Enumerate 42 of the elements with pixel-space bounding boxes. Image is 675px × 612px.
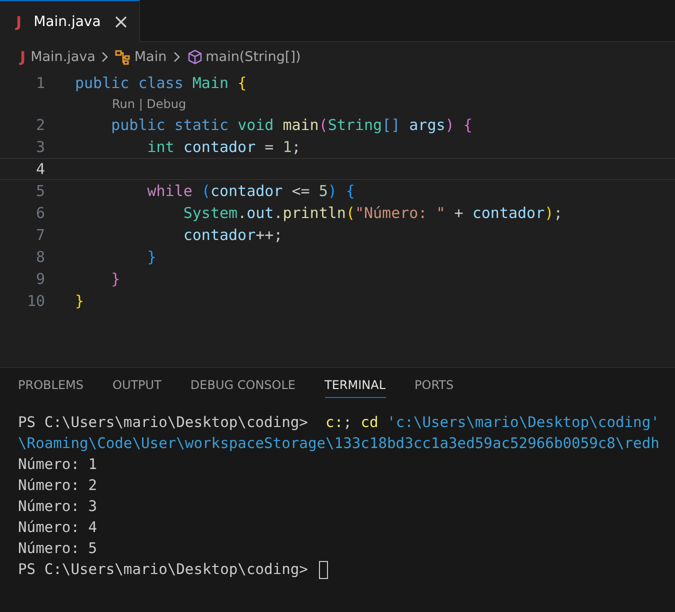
breadcrumb-item[interactable]: main(String[]): [186, 49, 301, 65]
panel-tab[interactable]: OUTPUT: [112, 378, 162, 398]
terminal-line: PS C:\Users\mario\Desktop\coding>: [18, 561, 309, 578]
code-line: public static void main(String[] args) {: [110, 116, 472, 134]
codelens-links[interactable]: Run | Debug: [112, 97, 186, 111]
line-number: 8: [34, 248, 46, 266]
breadcrumb-item[interactable]: J Main.java: [20, 48, 96, 66]
code-line: int contador = 1;: [146, 138, 301, 156]
code-line: }: [146, 248, 156, 266]
terminal-line: Número: 3: [18, 498, 98, 515]
terminal-line: PS C:\Users\mario\Desktop\coding> c:; cd 'c:\Users\mario\Desktop\coding': [18, 414, 660, 431]
code-line: public class Main {: [75, 74, 247, 92]
line-number: 3: [34, 138, 46, 156]
file-tab[interactable]: J Main.java: [0, 0, 140, 42]
code-line: }: [110, 270, 120, 288]
breadcrumb-item[interactable]: Main: [115, 49, 167, 65]
cube-icon: [186, 49, 203, 65]
code-line: }: [75, 292, 84, 310]
close-icon[interactable]: [115, 16, 127, 28]
terminal-line: Número: 2: [18, 477, 98, 494]
code-line: System.out.println("Número: " + contador);: [182, 204, 563, 222]
panel-tab[interactable]: DEBUG CONSOLE: [190, 378, 296, 398]
panel-tab[interactable]: PORTS: [414, 378, 454, 398]
line-number: 9: [34, 270, 46, 288]
line-number: 10: [26, 292, 46, 310]
terminal-line: Número: 4: [18, 519, 98, 536]
code-line: while (contador <= 5) {: [146, 182, 355, 200]
line-number: 5: [34, 182, 46, 200]
panel-tab[interactable]: TERMINAL: [324, 378, 386, 398]
chevron-icon: [172, 51, 181, 63]
code-line: contador++;: [182, 226, 283, 244]
chevron-icon: [101, 51, 110, 63]
line-number: 6: [34, 204, 46, 222]
line-number: 7: [34, 226, 46, 244]
terminal-line: Número: 1: [18, 456, 98, 473]
panel-tab[interactable]: PROBLEMS: [18, 378, 84, 398]
terminal-line: Número: 5: [18, 540, 98, 557]
line-number: 1: [34, 74, 46, 92]
line-number: 2: [34, 116, 46, 134]
line-number: 4: [34, 160, 46, 178]
terminal-line: \Roaming\Code\User\workspaceStorage\133c18bd3cc1a3ed59ac52966b0059c8\redh: [18, 435, 660, 452]
class-icon: [115, 49, 132, 65]
